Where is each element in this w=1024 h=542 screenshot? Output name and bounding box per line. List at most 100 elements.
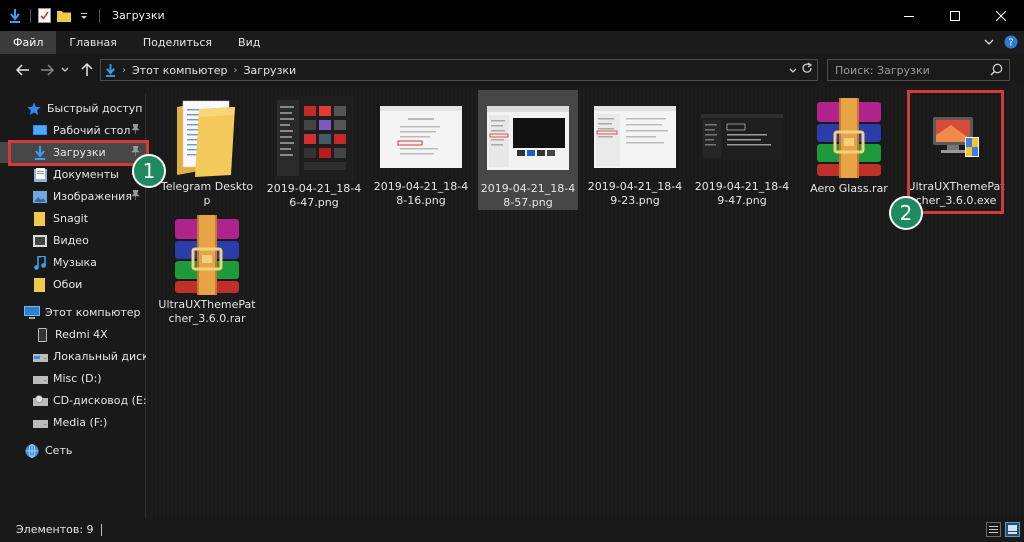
breadcrumb-downloads[interactable]: Загрузки (244, 64, 297, 77)
details-view-button[interactable] (986, 522, 1001, 537)
forward-button[interactable] (36, 59, 58, 81)
properties-icon[interactable] (37, 8, 51, 24)
status-divider (100, 523, 102, 536)
large-icons-view-icon (1008, 525, 1017, 534)
file-item-png[interactable]: 2019-04-21_18-49-23.png (585, 92, 685, 208)
forward-arrow-icon (41, 64, 54, 76)
divider (30, 8, 31, 23)
nav-item-snagit[interactable]: Snagit (0, 208, 146, 229)
desktop-icon (32, 123, 48, 139)
nav-item-pictures[interactable]: Изображения (0, 186, 146, 207)
back-button[interactable] (12, 59, 34, 81)
tab-view[interactable]: Вид (225, 31, 273, 54)
nav-label: Рабочий стол (53, 124, 131, 137)
status-bar: Элементов: 9 (0, 517, 1024, 542)
file-item-png[interactable]: 2019-04-21_18-46-47.png (264, 92, 364, 209)
nav-label: Документы (53, 168, 119, 181)
nav-item-redmi[interactable]: Redmi 4X (0, 324, 146, 345)
view-toggle (986, 522, 1020, 537)
tab-home[interactable]: Главная (56, 31, 130, 54)
phone-icon (34, 327, 50, 343)
large-icons-view-button[interactable] (1005, 522, 1020, 537)
image-thumbnail (697, 96, 787, 178)
file-item-rar[interactable]: Aero Glass.rar (799, 92, 899, 208)
up-button[interactable] (76, 59, 98, 81)
item-count: Элементов: 9 (16, 523, 94, 536)
star-icon (26, 101, 42, 117)
winrar-archive-icon (804, 96, 894, 180)
nav-this-pc[interactable]: Этот компьютер (0, 302, 146, 323)
details-view-icon (989, 526, 998, 533)
search-box (827, 59, 1010, 81)
folder-icon (32, 277, 48, 293)
breadcrumb-separator[interactable]: › (122, 65, 126, 76)
file-item-png[interactable]: 2019-04-21_18-48-16.png (371, 92, 471, 208)
pin-icon[interactable] (131, 123, 140, 137)
drive-icon (32, 349, 48, 365)
computer-icon (24, 305, 40, 321)
downloads-icon (105, 63, 116, 77)
file-item-telegram-desktop[interactable]: Telegram Desktop (157, 92, 257, 208)
breadcrumb-this-pc[interactable]: Этот компьютер (132, 64, 228, 77)
address-controls (789, 62, 813, 77)
refresh-button[interactable] (801, 62, 813, 77)
file-item-png-selected[interactable]: 2019-04-21_18-48-57.png (478, 90, 578, 210)
recent-locations-button[interactable] (58, 59, 72, 81)
nav-item-videos[interactable]: Видео (0, 230, 146, 251)
videos-icon (32, 233, 48, 249)
title-bar: Загрузки (0, 0, 1024, 31)
address-bar[interactable]: › Этот компьютер › Загрузки (100, 59, 818, 81)
address-row: › Этот компьютер › Загрузки (0, 54, 1024, 86)
nav-label: Видео (53, 234, 89, 247)
file-name: 2019-04-21_18-48-57.png (480, 182, 576, 209)
image-thumbnail (483, 96, 573, 180)
nav-item-desktop[interactable]: Рабочий стол (0, 120, 146, 141)
image-thumbnail (269, 96, 359, 180)
tab-file[interactable]: Файл (0, 31, 57, 54)
file-name: UltraUXThemePatcher_3.6.0.rar (158, 298, 256, 325)
close-button[interactable] (978, 0, 1024, 31)
help-icon[interactable]: ? (1004, 35, 1018, 52)
search-icon[interactable] (990, 63, 1003, 79)
winrar-archive-icon (162, 214, 252, 296)
pin-icon[interactable] (131, 189, 140, 203)
nav-item-wallpapers[interactable]: Обои (0, 274, 146, 295)
ribbon-controls: ? (984, 35, 1018, 52)
nav-item-drive-e[interactable]: CD-дисковод (E:) (0, 390, 146, 411)
nav-item-drive-d[interactable]: Misc (D:) (0, 368, 146, 389)
nav-item-music[interactable]: Музыка (0, 252, 146, 273)
documents-icon (32, 167, 48, 183)
file-item-png[interactable]: 2019-04-21_18-49-47.png (692, 92, 792, 208)
minimize-button[interactable] (886, 0, 932, 31)
nav-label: Музыка (53, 256, 97, 269)
customize-toolbar-icon[interactable] (77, 8, 91, 24)
file-item-rar[interactable]: UltraUXThemePatcher_3.6.0.rar (157, 210, 257, 326)
nav-label: Обои (53, 278, 83, 291)
file-name: 2019-04-21_18-49-23.png (587, 180, 683, 207)
file-name: Aero Glass.rar (810, 182, 888, 195)
maximize-button[interactable] (932, 0, 978, 31)
new-folder-icon[interactable] (57, 8, 71, 24)
address-history-button[interactable] (789, 63, 797, 77)
cd-drive-icon (32, 393, 48, 409)
expand-ribbon-icon[interactable] (984, 37, 994, 50)
folder-icon (162, 96, 252, 178)
file-name: 2019-04-21_18-49-47.png (694, 180, 790, 207)
nav-label: Изображения (53, 190, 132, 203)
chevron-down-icon (61, 67, 69, 72)
nav-item-drive-c[interactable]: Локальный диск (C (0, 346, 146, 367)
downloads-icon (8, 8, 22, 24)
tab-share[interactable]: Поделиться (130, 31, 225, 54)
svg-text:?: ? (1008, 38, 1013, 49)
window-controls (886, 0, 1024, 31)
nav-network[interactable]: Сеть (0, 440, 146, 461)
maximize-icon (950, 10, 960, 21)
nav-item-drive-f[interactable]: Media (F:) (0, 412, 146, 433)
breadcrumb-separator[interactable]: › (234, 65, 238, 76)
close-icon (996, 10, 1006, 21)
refresh-icon (802, 62, 813, 73)
nav-quick-access[interactable]: Быстрый доступ (0, 98, 146, 119)
search-input[interactable] (835, 63, 985, 77)
image-thumbnail (590, 96, 680, 178)
nav-item-documents[interactable]: Документы (0, 164, 146, 185)
